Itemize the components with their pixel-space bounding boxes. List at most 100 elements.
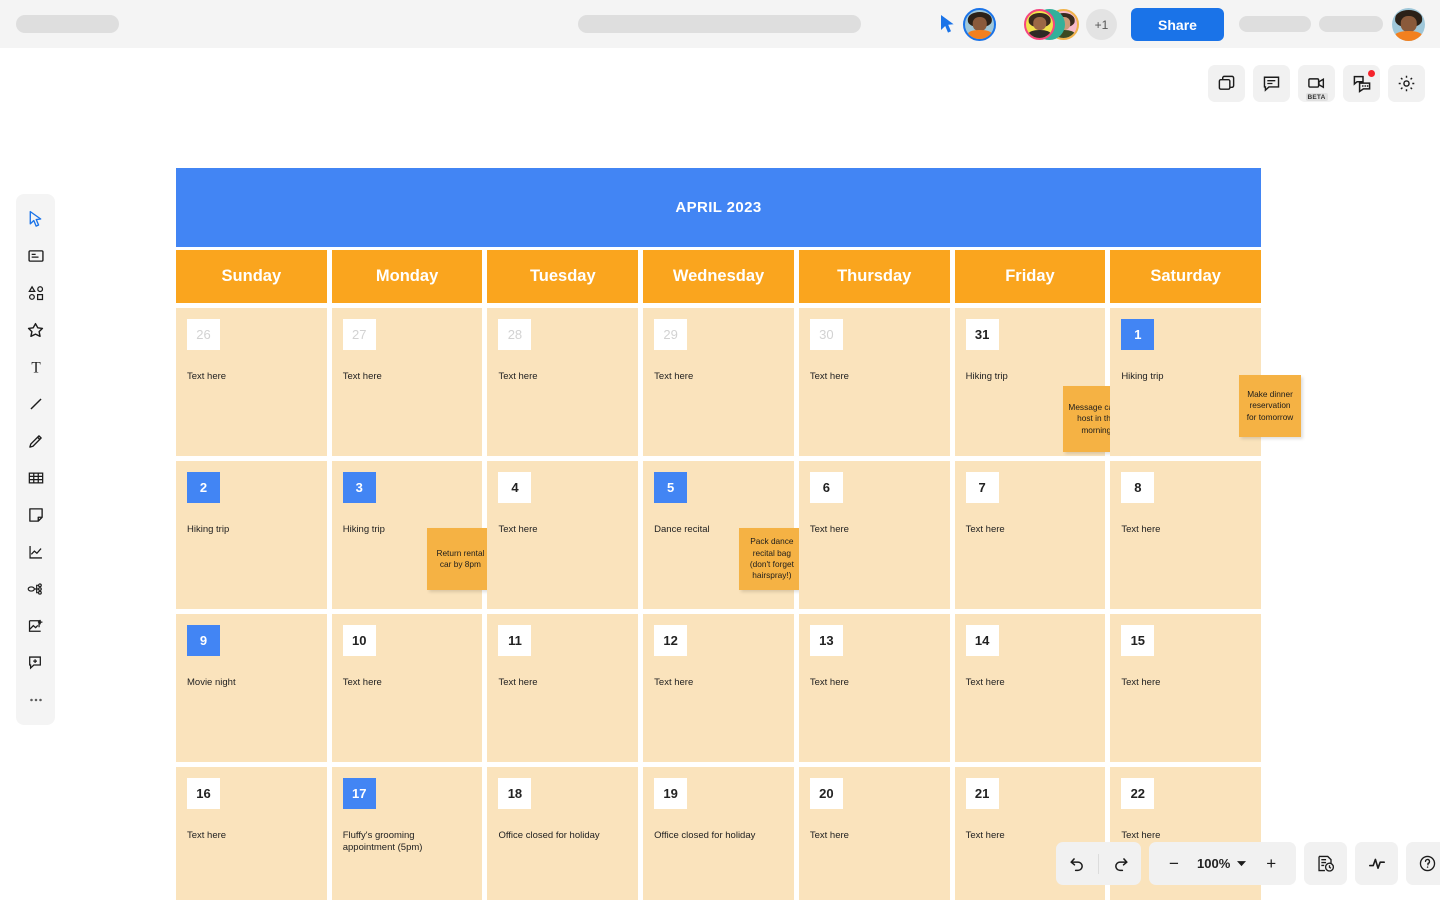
day-number[interactable]: 22 (1121, 778, 1155, 809)
toolbar-placeholder[interactable] (578, 15, 861, 33)
day-event-text[interactable]: Text here (343, 677, 461, 689)
day-event-text[interactable]: Text here (654, 371, 772, 383)
day-number[interactable]: 29 (654, 319, 688, 350)
sidebar-item-card-template[interactable] (21, 241, 51, 271)
day-event-text[interactable]: Text here (498, 371, 616, 383)
avatar-overflow-count[interactable]: +1 (1086, 9, 1117, 40)
day-number[interactable]: 18 (498, 778, 532, 809)
day-number[interactable]: 11 (498, 625, 532, 656)
calendar-day-cell[interactable]: 3 Hiking trip Return rental car by 8pm (331, 461, 494, 609)
sidebar-item-more-tools[interactable] (21, 685, 51, 715)
day-of-week-wednesday[interactable]: Wednesday (643, 250, 794, 303)
day-of-week-saturday[interactable]: Saturday (1110, 250, 1262, 303)
day-number[interactable]: 15 (1121, 625, 1155, 656)
calendar-day-cell[interactable]: 10 Text here (331, 614, 483, 762)
day-number[interactable]: 31 (965, 319, 999, 350)
day-number[interactable]: 4 (498, 472, 532, 503)
day-event-text[interactable]: Text here (810, 830, 928, 842)
undo-button[interactable] (1056, 842, 1098, 885)
day-number[interactable]: 7 (965, 472, 999, 503)
day-event-text[interactable]: Hiking trip (187, 524, 305, 536)
calendar-day-cell[interactable]: 31 Hiking trip Message cabin host in the m… (954, 308, 1130, 456)
calendar-day-cell[interactable]: 15 Text here (1110, 614, 1262, 762)
sticky-note[interactable]: Pack dance recital bag (don't forget hai… (738, 528, 805, 590)
activity-button[interactable] (1355, 842, 1399, 885)
calendar-day-cell[interactable]: 18 Office closed for holiday (487, 767, 639, 900)
day-event-text[interactable]: Hiking trip (966, 371, 1084, 383)
day-event-text[interactable]: Text here (810, 524, 928, 536)
calendar-day-cell[interactable]: 12 Text here (643, 614, 794, 762)
day-number[interactable]: 12 (654, 625, 688, 656)
zoom-in-button[interactable]: + (1250, 842, 1292, 885)
right-placeholder-1[interactable] (1239, 16, 1311, 32)
calendar-day-cell[interactable]: 29 Text here (643, 308, 794, 456)
day-number[interactable]: 19 (654, 778, 688, 809)
sidebar-item-shapes[interactable] (21, 278, 51, 308)
help-button[interactable] (1406, 842, 1440, 885)
frames-icon-button[interactable] (1208, 65, 1245, 102)
share-button[interactable]: Share (1131, 8, 1224, 41)
day-number[interactable]: 13 (809, 625, 843, 656)
calendar-day-cell[interactable]: 6 Text here (798, 461, 950, 609)
calendar-day-cell[interactable]: 1 Hiking trip Make dinner reservation for … (1110, 308, 1302, 456)
day-number[interactable]: 28 (498, 319, 532, 350)
calendar-day-cell[interactable]: 8 Text here (1110, 461, 1262, 609)
day-event-text[interactable]: Text here (498, 524, 616, 536)
day-event-text[interactable]: Text here (498, 677, 616, 689)
calendar-day-cell[interactable]: 13 Text here (798, 614, 950, 762)
calendar-day-cell[interactable]: 20 Text here (798, 767, 950, 900)
calendar-day-cell[interactable]: 26 Text here (176, 308, 327, 456)
calendar-day-cell[interactable]: 14 Text here (954, 614, 1106, 762)
calendar-day-cell[interactable]: 17 Fluffy's grooming appointment (5pm) (331, 767, 483, 900)
sidebar-item-text-tool[interactable]: T (21, 352, 51, 382)
day-event-text[interactable]: Text here (1121, 524, 1239, 536)
day-number[interactable]: 8 (1121, 472, 1155, 503)
calendar-title[interactable]: APRIL 2023 (176, 168, 1261, 247)
settings-gear-icon-button[interactable] (1388, 65, 1425, 102)
sidebar-item-add-comment[interactable] (21, 648, 51, 678)
redo-button[interactable] (1099, 842, 1141, 885)
day-event-text[interactable]: Text here (187, 830, 305, 842)
sidebar-item-select-cursor[interactable] (21, 204, 51, 234)
day-event-text[interactable]: Text here (966, 524, 1084, 536)
day-of-week-tuesday[interactable]: Tuesday (487, 250, 639, 303)
zoom-out-button[interactable]: − (1153, 842, 1195, 885)
day-event-text[interactable]: Fluffy's grooming appointment (5pm) (343, 830, 461, 854)
day-of-week-monday[interactable]: Monday (331, 250, 483, 303)
day-number[interactable]: 20 (809, 778, 843, 809)
day-event-text[interactable]: Text here (187, 371, 305, 383)
calendar-day-cell[interactable]: 7 Text here (954, 461, 1106, 609)
chat-icon-button[interactable] (1343, 65, 1380, 102)
sidebar-item-line-tool[interactable] (21, 389, 51, 419)
board-name-placeholder[interactable] (16, 15, 119, 33)
right-placeholder-2[interactable] (1319, 16, 1383, 32)
calendar-day-cell[interactable]: 16 Text here (176, 767, 327, 900)
sidebar-item-mindmap-tool[interactable] (21, 574, 51, 604)
day-number[interactable]: 9 (187, 625, 220, 656)
avatar-account[interactable] (1392, 8, 1425, 41)
sticky-note[interactable]: Return rental car by 8pm (427, 528, 494, 590)
day-event-text[interactable]: Text here (654, 677, 772, 689)
day-event-text[interactable]: Movie night (187, 677, 305, 689)
day-event-text[interactable]: Text here (810, 677, 928, 689)
calendar-day-cell[interactable]: 9 Movie night (176, 614, 327, 762)
day-event-text[interactable]: Text here (343, 371, 461, 383)
day-number[interactable]: 21 (965, 778, 999, 809)
zoom-level-label[interactable]: 100% (1195, 856, 1232, 871)
version-history-button[interactable] (1304, 842, 1348, 885)
day-number[interactable]: 5 (654, 472, 688, 503)
sidebar-item-star-sticker[interactable] (21, 315, 51, 345)
day-event-text[interactable]: Text here (1121, 830, 1239, 842)
calendar-day-cell[interactable]: 11 Text here (487, 614, 639, 762)
sidebar-item-sticky-note[interactable] (21, 500, 51, 530)
day-of-week-sunday[interactable]: Sunday (176, 250, 327, 303)
comment-icon-button[interactable] (1253, 65, 1290, 102)
day-event-text[interactable]: Text here (1121, 677, 1239, 689)
day-event-text[interactable]: Office closed for holiday (654, 830, 772, 842)
day-of-week-friday[interactable]: Friday (954, 250, 1106, 303)
sidebar-item-chart-tool[interactable] (21, 537, 51, 567)
calendar-day-cell[interactable]: 2 Hiking trip (176, 461, 327, 609)
day-number[interactable]: 14 (965, 625, 999, 656)
day-event-text[interactable]: Office closed for holiday (498, 830, 616, 842)
day-number[interactable]: 10 (342, 625, 376, 656)
